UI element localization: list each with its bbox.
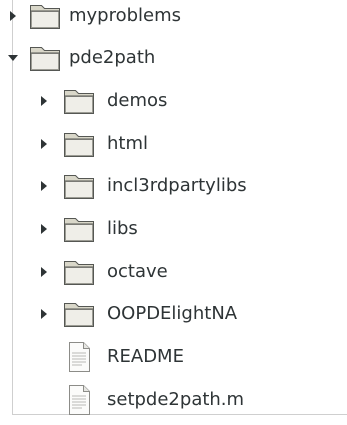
- tree-item-label: incl3rdpartylibs: [107, 175, 247, 196]
- tree-row-myproblems[interactable]: myproblems: [0, 0, 347, 37]
- tree-row-demos[interactable]: demos: [0, 80, 347, 122]
- folder-icon: [28, 0, 62, 33]
- tree-item-label: libs: [107, 218, 138, 239]
- triangle-right-icon[interactable]: [37, 265, 51, 279]
- tree-row-readme[interactable]: README: [0, 336, 347, 378]
- folder-icon: [28, 41, 62, 75]
- tree-item-label: OOPDElightNA: [107, 303, 238, 324]
- tree-item-label: html: [107, 133, 149, 154]
- tree-row-libs[interactable]: libs: [0, 208, 347, 250]
- folder-icon: [62, 169, 96, 203]
- folder-icon: [62, 297, 96, 331]
- tree-row-html[interactable]: html: [0, 123, 347, 165]
- tree-item-label: README: [107, 346, 184, 367]
- tree-row-pde2path[interactable]: pde2path: [0, 37, 347, 79]
- tree-row-octave[interactable]: octave: [0, 251, 347, 293]
- tree-row-oopdelightna[interactable]: OOPDElightNA: [0, 293, 347, 335]
- tree-item-label: octave: [107, 261, 168, 282]
- triangle-right-icon[interactable]: [37, 137, 51, 151]
- triangle-right-icon[interactable]: [6, 9, 20, 23]
- triangle-right-icon[interactable]: [37, 94, 51, 108]
- file-tree: myproblems pde2path demos html incl3rdpa…: [0, 0, 347, 425]
- tree-row-setpde2path-m[interactable]: setpde2path.m: [0, 379, 347, 421]
- tree-item-label: demos: [107, 90, 168, 111]
- tree-item-label: setpde2path.m: [107, 389, 245, 410]
- folder-icon: [62, 212, 96, 246]
- text-file-icon: [62, 340, 96, 374]
- triangle-right-icon[interactable]: [37, 222, 51, 236]
- triangle-right-icon[interactable]: [37, 307, 51, 321]
- tree-item-label: pde2path: [69, 47, 156, 68]
- tree-item-label: myproblems: [69, 5, 182, 26]
- folder-icon: [62, 127, 96, 161]
- triangle-right-icon[interactable]: [37, 179, 51, 193]
- tree-row-incl3rdpartylibs[interactable]: incl3rdpartylibs: [0, 165, 347, 207]
- text-file-icon: [62, 383, 96, 417]
- triangle-down-icon[interactable]: [6, 51, 20, 65]
- folder-icon: [62, 255, 96, 289]
- folder-icon: [62, 84, 96, 118]
